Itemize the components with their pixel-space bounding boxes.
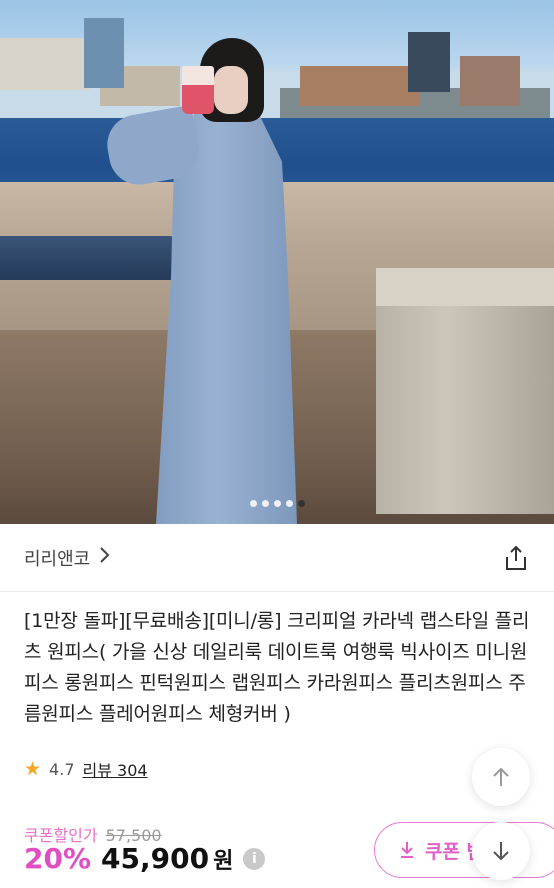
carousel-dot[interactable]: [285, 500, 293, 507]
discount-rate: 20%: [24, 842, 92, 875]
product-image[interactable]: [0, 0, 554, 524]
chevron-right-icon: [98, 546, 110, 569]
carousel-dot[interactable]: [261, 500, 269, 507]
arrow-up-icon: [493, 767, 509, 786]
city-skyline: [0, 18, 554, 118]
currency-unit: 원: [213, 848, 234, 874]
brand-name: 리리앤코: [24, 548, 91, 570]
price-line: 20% 45,900 원 i: [24, 842, 266, 875]
carousel-dot[interactable]: [249, 500, 257, 507]
carousel-dot-active[interactable]: [297, 500, 305, 507]
stone-block-top: [376, 268, 554, 306]
info-icon[interactable]: i: [243, 847, 266, 870]
rating-row: ★ 4.7 리뷰 304: [24, 756, 148, 782]
arrow-down-icon: [493, 842, 509, 861]
model-face: [214, 66, 248, 114]
final-price: 45,900: [101, 842, 210, 875]
scroll-down-button[interactable]: [472, 822, 530, 880]
product-title: [1만장 돌파][무료배송][미니/롱] 크리피얼 카라넥 랩스타일 플리츠 원…: [24, 610, 530, 725]
drink-cup: [182, 66, 214, 114]
rating-value: 4.7: [49, 759, 75, 779]
carousel-dot[interactable]: [273, 500, 281, 507]
star-icon: ★: [24, 758, 42, 780]
review-link[interactable]: 리뷰 304: [83, 757, 148, 781]
brand-link[interactable]: 리리앤코: [24, 545, 110, 571]
download-icon: [401, 842, 413, 858]
carousel-indicator: [0, 500, 554, 512]
brand-row: 리리앤코: [0, 524, 554, 592]
share-icon: [506, 545, 526, 570]
bench: [0, 236, 180, 280]
share-button[interactable]: [502, 544, 530, 572]
scroll-top-button[interactable]: [472, 748, 530, 806]
